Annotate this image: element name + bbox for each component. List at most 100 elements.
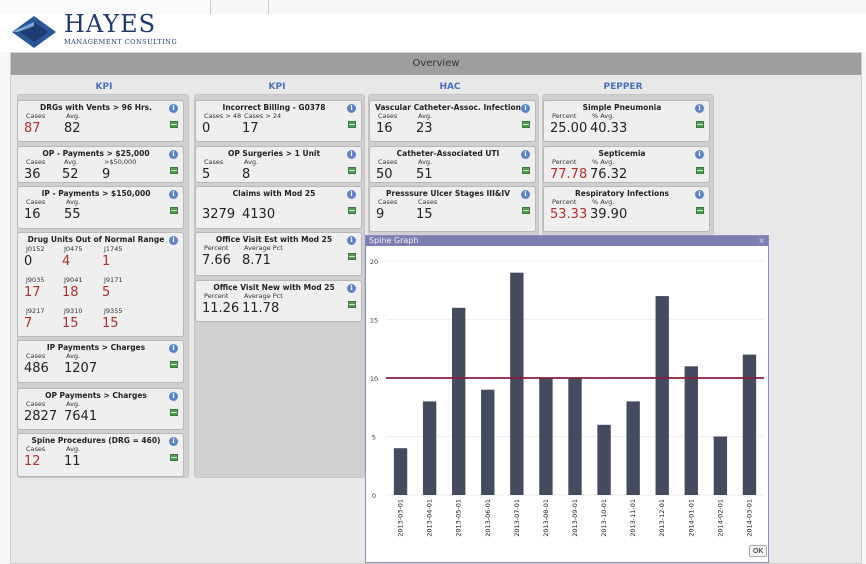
kpi-card: Claims with Mod 25 i 3279 4130 — [195, 186, 362, 229]
metric-value: 2827 — [24, 409, 58, 424]
kpi-card: Respiratory Infections i Percent % Avg. 53.3… — [543, 186, 710, 232]
bar — [539, 378, 553, 495]
card-title: IP Payments > Charges — [46, 343, 146, 352]
table-icon[interactable] — [522, 207, 530, 214]
metric-value: 5 — [202, 167, 211, 182]
metric-value: 11 — [64, 454, 81, 469]
metric-value: 36 — [24, 167, 41, 182]
table-icon[interactable] — [696, 121, 704, 128]
info-icon[interactable]: i — [521, 150, 530, 159]
info-icon[interactable]: i — [521, 190, 530, 199]
table-icon[interactable] — [348, 253, 356, 260]
table-icon[interactable] — [348, 207, 356, 214]
kpi-card: Catheter-Associated UTI i Cases Avg. 50 51 — [369, 146, 536, 183]
metric-label: J9355 — [104, 307, 123, 315]
table-icon[interactable] — [170, 361, 178, 368]
metric-label: Percent — [204, 292, 229, 300]
bar — [742, 354, 757, 495]
metric-label: J0152 — [26, 245, 45, 253]
metric-label: Cases — [378, 198, 398, 206]
info-icon[interactable]: i — [521, 104, 530, 113]
info-icon[interactable]: i — [695, 190, 704, 199]
card-title: Vascular Catheter-Assoc. Infection — [374, 103, 522, 112]
card-title: Catheter-Associated UTI — [396, 149, 500, 158]
metric-value: 15 — [416, 207, 433, 222]
table-icon[interactable] — [170, 454, 178, 461]
table-icon[interactable] — [522, 167, 530, 174]
table-icon[interactable] — [170, 167, 178, 174]
info-icon[interactable]: i — [347, 236, 356, 245]
info-icon[interactable]: i — [347, 190, 356, 199]
card-title: Office Visit Est with Mod 25 — [215, 235, 333, 244]
dialog-titlebar[interactable]: Spine Graph × — [366, 236, 768, 246]
x-tick-label: 2013-03-01 — [397, 499, 405, 537]
card-title: Presssure Ulcer Stages III&IV — [386, 189, 510, 198]
metric-label: Avg. — [66, 352, 81, 360]
metric-label: Cases — [26, 445, 46, 453]
x-tick-label: 2013-11-01 — [629, 499, 637, 537]
metric-value: 1207 — [64, 361, 98, 376]
bar — [568, 378, 582, 495]
metric-value: 23 — [416, 121, 433, 136]
info-icon[interactable]: i — [169, 236, 178, 245]
spine-graph-dialog[interactable]: Spine Graph × 0 5 10 15 20 2013-03-01 2013-04-… — [365, 235, 769, 563]
table-icon[interactable] — [696, 167, 704, 174]
x-tick-label: 2013-04-01 — [426, 499, 434, 537]
info-icon[interactable]: i — [695, 104, 704, 113]
metric-value: 9 — [376, 207, 385, 222]
bar — [597, 424, 611, 495]
card-title: Septicemia — [598, 149, 646, 158]
table-icon[interactable] — [170, 409, 178, 416]
kpi-card: Vascular Catheter-Assoc. Infection i Cases… — [369, 100, 536, 142]
info-icon[interactable]: i — [347, 104, 356, 113]
metric-value: 5 — [102, 285, 111, 300]
info-icon[interactable]: i — [169, 392, 178, 401]
metric-value: 12 — [24, 454, 41, 469]
info-icon[interactable]: i — [169, 437, 178, 446]
info-icon[interactable]: i — [169, 190, 178, 199]
x-tick-label: 2014-02-01 — [716, 499, 724, 537]
table-icon[interactable] — [522, 121, 530, 128]
metric-label: % Avg. — [592, 158, 615, 166]
info-icon[interactable]: i — [169, 150, 178, 159]
table-icon[interactable] — [348, 167, 356, 174]
metric-value: 51 — [416, 167, 433, 182]
metric-value: 8.71 — [242, 253, 271, 268]
metric-label: J9310 — [64, 307, 83, 315]
table-icon[interactable] — [170, 207, 178, 214]
metric-value: 40.33 — [590, 121, 628, 136]
kpi-card: IP Payments > Charges i Cases Avg. 486 1207 — [17, 340, 184, 383]
metric-value: 7641 — [64, 409, 98, 424]
table-icon[interactable] — [348, 121, 356, 128]
ok-button[interactable]: OK — [749, 545, 767, 557]
y-tick-label: 5 — [372, 434, 376, 442]
column-title-hac: HAC — [439, 82, 461, 92]
card-title: Incorrect Billing - G0378 — [222, 103, 326, 112]
table-icon[interactable] — [170, 121, 178, 128]
metric-value: 4 — [62, 254, 71, 269]
close-icon[interactable]: × — [758, 236, 765, 246]
table-icon[interactable] — [696, 207, 704, 214]
metric-label: Average Pct — [244, 244, 283, 252]
metric-value: 39.90 — [590, 207, 628, 222]
metric-label: Percent — [552, 158, 577, 166]
metric-label: Cases — [26, 158, 46, 166]
info-icon[interactable]: i — [169, 344, 178, 353]
info-icon[interactable]: i — [695, 150, 704, 159]
x-tick-label: 2013-06-01 — [484, 499, 492, 537]
metric-label: Cases — [26, 198, 46, 206]
bar — [684, 366, 698, 495]
metric-label: Avg. — [418, 158, 433, 166]
metric-value: 1 — [102, 254, 111, 269]
column-title-pepper: PEPPER — [603, 82, 643, 92]
info-icon[interactable]: i — [347, 284, 356, 293]
kpi-card: Spine Procedures (DRG = 460) i Cases Avg. 12… — [17, 433, 184, 477]
info-icon[interactable]: i — [169, 104, 178, 113]
x-tick-label: 2013-08-01 — [542, 499, 550, 537]
info-icon[interactable]: i — [347, 150, 356, 159]
table-icon[interactable] — [348, 301, 356, 308]
metric-value: 52 — [62, 167, 79, 182]
card-title: Claims with Mod 25 — [232, 189, 316, 198]
spine-bar-chart: 0 5 10 15 20 2013-03-01 2013-04-01 2013-05-01 20… — [370, 258, 764, 537]
metric-label: Percent — [552, 112, 577, 120]
